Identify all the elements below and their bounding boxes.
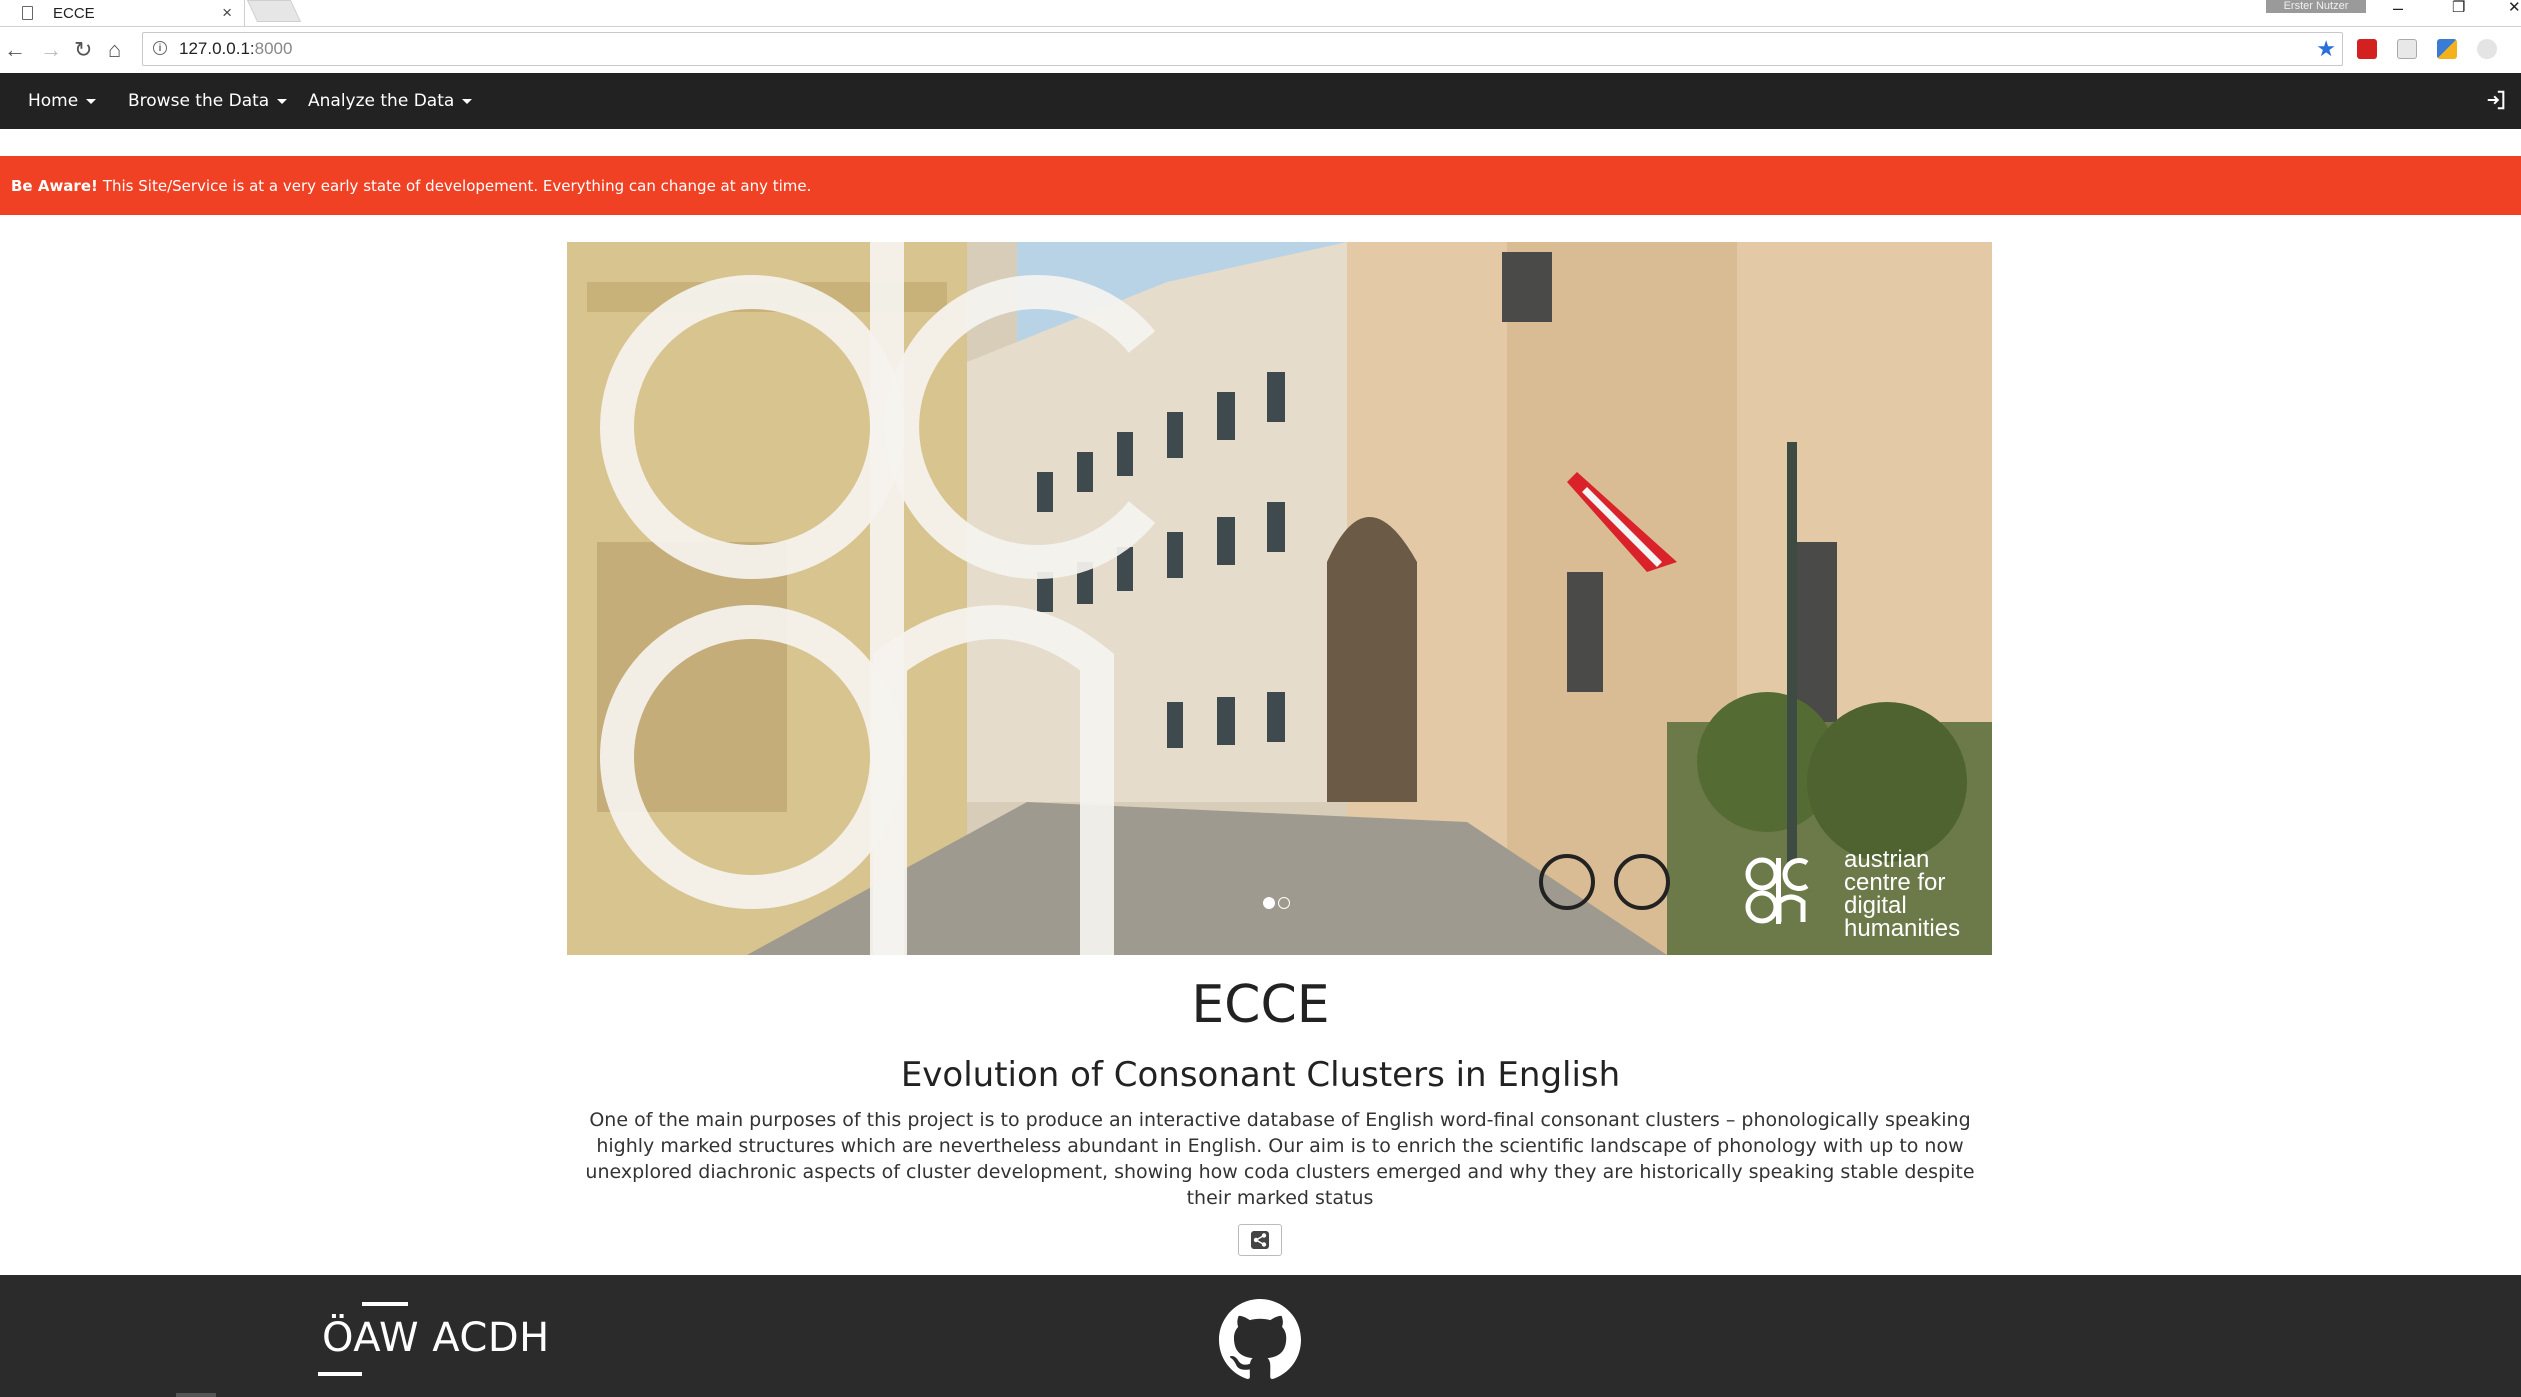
window-close-icon[interactable]: ✕ xyxy=(2508,0,2521,16)
nav-analyze-data-label: Analyze the Data xyxy=(308,91,455,111)
logo-text-acdh: ACDH xyxy=(432,1315,550,1361)
warning-alert: Be Aware! This Site/Service is at a very… xyxy=(0,156,2521,215)
url-text: 127.0.0.1:8000 xyxy=(179,39,293,58)
alert-message: This Site/Service is at a very early sta… xyxy=(102,176,812,195)
nav-browse-data[interactable]: Browse the Data xyxy=(128,73,288,129)
carousel-slide-image: austrian centre for digital humanities xyxy=(567,242,1992,955)
caret-down-icon xyxy=(86,98,97,104)
logo-bar-top xyxy=(362,1302,408,1306)
minimize-icon[interactable]: – xyxy=(2393,0,2403,17)
page-footer: ÖAW ACDH xyxy=(0,1275,2521,1397)
browser-tabstrip: ECCE × Erster Nutzer – ❐ ✕ xyxy=(0,0,2521,27)
extension-translate-icon[interactable] xyxy=(2437,39,2457,59)
restore-icon[interactable]: ❐ xyxy=(2452,0,2465,16)
tab-close-icon[interactable]: × xyxy=(222,3,232,23)
nav-browse-data-label: Browse the Data xyxy=(128,91,270,111)
tab-title: ECCE xyxy=(53,4,95,22)
forward-icon[interactable]: → xyxy=(40,37,62,63)
document-icon xyxy=(22,6,33,20)
share-icon xyxy=(1251,1231,1269,1249)
browser-toolbar: ← → ↻ ⌂ i 127.0.0.1:8000 ★ xyxy=(0,27,2521,73)
oeaw-acdh-logo[interactable]: ÖAW ACDH xyxy=(318,1297,549,1377)
caret-down-icon xyxy=(462,98,473,104)
profile-badge[interactable]: Erster Nutzer xyxy=(2266,0,2366,13)
page-subtitle: Evolution of Consonant Clusters in Engli… xyxy=(900,1055,1621,1095)
bookmark-star-icon[interactable]: ★ xyxy=(2316,36,2336,62)
caret-down-icon xyxy=(277,98,288,104)
project-description: One of the main purposes of this project… xyxy=(585,1109,1975,1209)
carousel-indicator-1[interactable] xyxy=(1263,897,1275,909)
new-tab-button[interactable] xyxy=(246,0,302,22)
main-navbar: Home Browse the Data Analyze the Data xyxy=(0,73,2521,129)
carousel-indicators xyxy=(1263,897,1290,909)
horizontal-scrollbar[interactable] xyxy=(176,1393,216,1397)
logo-text: ÖAW ACDH xyxy=(322,1315,550,1361)
address-bar[interactable]: i 127.0.0.1:8000 ★ xyxy=(142,32,2343,66)
nav-home[interactable]: Home xyxy=(28,73,97,129)
home-icon[interactable]: ⌂ xyxy=(108,37,121,63)
logo-line-4: humanities xyxy=(1844,915,1960,942)
github-icon[interactable] xyxy=(1219,1299,1301,1381)
nav-analyze-data[interactable]: Analyze the Data xyxy=(308,73,473,129)
logo-text-oeaw: ÖAW xyxy=(322,1315,420,1361)
extension-document-icon[interactable] xyxy=(2397,39,2417,59)
page-title: ECCE xyxy=(1191,975,1330,1035)
share-button[interactable] xyxy=(1238,1224,1282,1256)
alert-strong: Be Aware! xyxy=(11,176,98,195)
logo-bar-bottom xyxy=(318,1372,362,1376)
back-icon[interactable]: ← xyxy=(4,37,26,63)
login-icon[interactable] xyxy=(2485,89,2507,111)
reload-icon[interactable]: ↻ xyxy=(74,37,92,63)
browser-tab[interactable]: ECCE × xyxy=(0,0,245,26)
extension-skype-icon[interactable] xyxy=(2477,39,2497,59)
extension-red-icon[interactable] xyxy=(2357,39,2377,59)
info-icon[interactable]: i xyxy=(153,41,167,55)
carousel-indicator-2[interactable] xyxy=(1278,897,1290,909)
image-carousel[interactable]: austrian centre for digital humanities xyxy=(567,242,1992,955)
nav-home-label: Home xyxy=(28,91,79,111)
